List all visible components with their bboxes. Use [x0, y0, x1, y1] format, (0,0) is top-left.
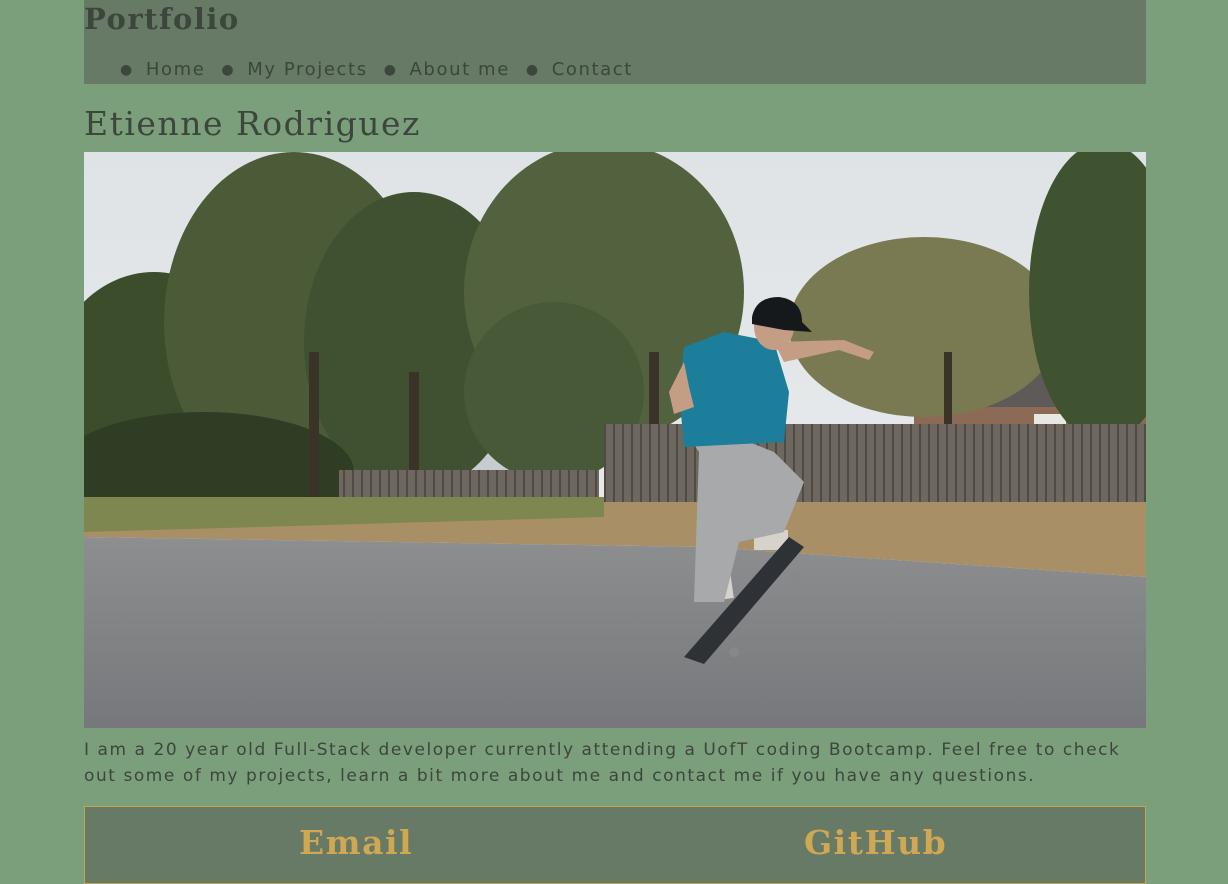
nav-label[interactable]: My Projects [247, 58, 367, 82]
nav-item-contact[interactable]: ● Contact [526, 58, 633, 82]
site-title: Portfolio [84, 2, 240, 36]
nav-item-home[interactable]: ● Home [120, 58, 205, 82]
nav-item-my-projects[interactable]: ● My Projects [221, 58, 367, 82]
nav-item-about-me[interactable]: ● About me [384, 58, 510, 82]
site-header: Portfolio ● Home ● My Projects ● About m… [84, 0, 1146, 84]
profile-photo [84, 152, 1146, 728]
contact-bar: Email GitHub [84, 806, 1146, 884]
nav-label[interactable]: About me [410, 58, 510, 82]
bullet-icon: ● [383, 62, 398, 78]
bullet-icon: ● [525, 62, 540, 78]
bullet-icon: ● [221, 62, 236, 78]
nav-label[interactable]: Contact [552, 58, 633, 82]
bullet-icon: ● [120, 62, 134, 78]
github-link[interactable]: GitHub [804, 823, 947, 863]
profile-name: Etienne Rodriguez [84, 104, 421, 143]
main-nav: ● Home ● My Projects ● About me ● Contac… [120, 58, 649, 82]
nav-label[interactable]: Home [146, 58, 206, 82]
bio-text: I am a 20 year old Full-Stack developer … [84, 740, 1121, 786]
email-link[interactable]: Email [299, 823, 413, 863]
